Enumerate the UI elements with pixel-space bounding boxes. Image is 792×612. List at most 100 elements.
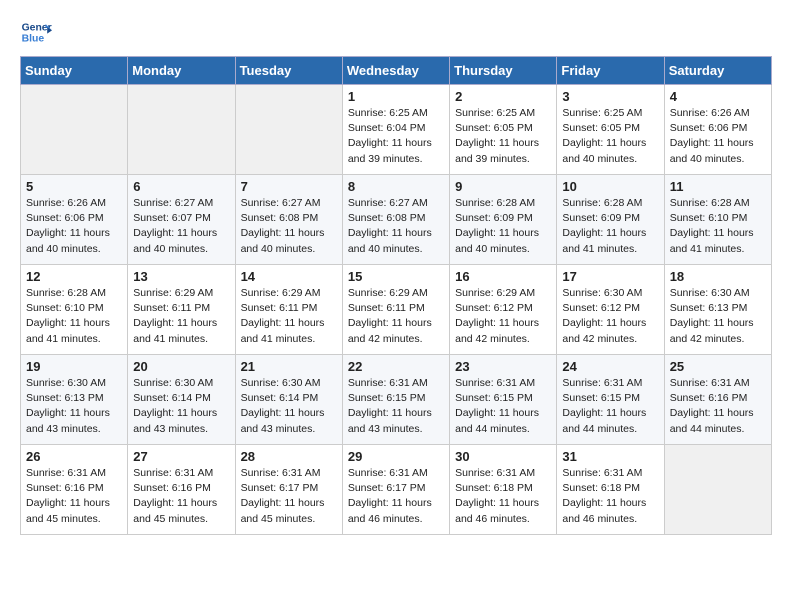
day-number: 14: [241, 269, 337, 284]
day-number: 22: [348, 359, 444, 374]
day-cell: 23 Sunrise: 6:31 AM Sunset: 6:15 PM Dayli…: [450, 355, 557, 445]
day-number: 6: [133, 179, 229, 194]
day-info: Sunrise: 6:29 AM Sunset: 6:11 PM Dayligh…: [348, 286, 444, 347]
day-info: Sunrise: 6:26 AM Sunset: 6:06 PM Dayligh…: [26, 196, 122, 257]
day-info: Sunrise: 6:31 AM Sunset: 6:16 PM Dayligh…: [26, 466, 122, 527]
day-cell: 28 Sunrise: 6:31 AM Sunset: 6:17 PM Dayli…: [235, 445, 342, 535]
day-cell: [664, 445, 771, 535]
day-number: 24: [562, 359, 658, 374]
day-cell: [235, 85, 342, 175]
day-cell: 11 Sunrise: 6:28 AM Sunset: 6:10 PM Dayli…: [664, 175, 771, 265]
day-info: Sunrise: 6:29 AM Sunset: 6:11 PM Dayligh…: [241, 286, 337, 347]
day-info: Sunrise: 6:28 AM Sunset: 6:09 PM Dayligh…: [562, 196, 658, 257]
day-cell: 15 Sunrise: 6:29 AM Sunset: 6:11 PM Dayli…: [342, 265, 449, 355]
day-number: 25: [670, 359, 766, 374]
week-row-2: 5 Sunrise: 6:26 AM Sunset: 6:06 PM Daylig…: [21, 175, 772, 265]
logo-icon: General Blue: [20, 16, 52, 48]
day-info: Sunrise: 6:28 AM Sunset: 6:10 PM Dayligh…: [670, 196, 766, 257]
day-cell: 18 Sunrise: 6:30 AM Sunset: 6:13 PM Dayli…: [664, 265, 771, 355]
day-info: Sunrise: 6:26 AM Sunset: 6:06 PM Dayligh…: [670, 106, 766, 167]
day-cell: 8 Sunrise: 6:27 AM Sunset: 6:08 PM Daylig…: [342, 175, 449, 265]
day-number: 15: [348, 269, 444, 284]
day-info: Sunrise: 6:31 AM Sunset: 6:15 PM Dayligh…: [455, 376, 551, 437]
day-number: 9: [455, 179, 551, 194]
day-info: Sunrise: 6:31 AM Sunset: 6:17 PM Dayligh…: [348, 466, 444, 527]
day-info: Sunrise: 6:28 AM Sunset: 6:10 PM Dayligh…: [26, 286, 122, 347]
day-number: 29: [348, 449, 444, 464]
day-cell: 13 Sunrise: 6:29 AM Sunset: 6:11 PM Dayli…: [128, 265, 235, 355]
day-cell: [128, 85, 235, 175]
calendar-page: General Blue SundayMondayTuesdayWednesda…: [0, 0, 792, 551]
week-row-1: 1Sunrise: 6:25 AM Sunset: 6:04 PM Daylig…: [21, 85, 772, 175]
day-cell: 4 Sunrise: 6:26 AM Sunset: 6:06 PM Daylig…: [664, 85, 771, 175]
weekday-header-friday: Friday: [557, 57, 664, 85]
day-info: Sunrise: 6:25 AM Sunset: 6:04 PM Dayligh…: [348, 106, 444, 167]
weekday-header-thursday: Thursday: [450, 57, 557, 85]
day-info: Sunrise: 6:31 AM Sunset: 6:18 PM Dayligh…: [562, 466, 658, 527]
day-cell: 2Sunrise: 6:25 AM Sunset: 6:05 PM Daylig…: [450, 85, 557, 175]
day-info: Sunrise: 6:28 AM Sunset: 6:09 PM Dayligh…: [455, 196, 551, 257]
day-cell: 27Sunrise: 6:31 AM Sunset: 6:16 PM Dayli…: [128, 445, 235, 535]
day-cell: 20Sunrise: 6:30 AM Sunset: 6:14 PM Dayli…: [128, 355, 235, 445]
day-cell: 5 Sunrise: 6:26 AM Sunset: 6:06 PM Daylig…: [21, 175, 128, 265]
day-info: Sunrise: 6:30 AM Sunset: 6:12 PM Dayligh…: [562, 286, 658, 347]
day-info: Sunrise: 6:25 AM Sunset: 6:05 PM Dayligh…: [562, 106, 658, 167]
day-number: 8: [348, 179, 444, 194]
weekday-header-tuesday: Tuesday: [235, 57, 342, 85]
day-cell: 3 Sunrise: 6:25 AM Sunset: 6:05 PM Daylig…: [557, 85, 664, 175]
day-number: 4: [670, 89, 766, 104]
day-info: Sunrise: 6:31 AM Sunset: 6:17 PM Dayligh…: [241, 466, 337, 527]
day-number: 5: [26, 179, 122, 194]
week-row-3: 12 Sunrise: 6:28 AM Sunset: 6:10 PM Dayli…: [21, 265, 772, 355]
day-info: Sunrise: 6:29 AM Sunset: 6:11 PM Dayligh…: [133, 286, 229, 347]
day-number: 19: [26, 359, 122, 374]
day-number: 17: [562, 269, 658, 284]
svg-text:Blue: Blue: [22, 34, 45, 45]
day-cell: 24Sunrise: 6:31 AM Sunset: 6:15 PM Dayli…: [557, 355, 664, 445]
day-number: 2: [455, 89, 551, 104]
weekday-header-wednesday: Wednesday: [342, 57, 449, 85]
day-number: 28: [241, 449, 337, 464]
week-row-5: 26Sunrise: 6:31 AM Sunset: 6:16 PM Dayli…: [21, 445, 772, 535]
day-number: 23: [455, 359, 551, 374]
day-cell: 17 Sunrise: 6:30 AM Sunset: 6:12 PM Dayli…: [557, 265, 664, 355]
day-number: 11: [670, 179, 766, 194]
day-info: Sunrise: 6:27 AM Sunset: 6:08 PM Dayligh…: [348, 196, 444, 257]
day-cell: 1Sunrise: 6:25 AM Sunset: 6:04 PM Daylig…: [342, 85, 449, 175]
day-cell: 30 Sunrise: 6:31 AM Sunset: 6:18 PM Dayli…: [450, 445, 557, 535]
day-cell: 9 Sunrise: 6:28 AM Sunset: 6:09 PM Daylig…: [450, 175, 557, 265]
day-cell: 14 Sunrise: 6:29 AM Sunset: 6:11 PM Dayli…: [235, 265, 342, 355]
day-cell: 7Sunrise: 6:27 AM Sunset: 6:08 PM Daylig…: [235, 175, 342, 265]
day-info: Sunrise: 6:31 AM Sunset: 6:18 PM Dayligh…: [455, 466, 551, 527]
day-info: Sunrise: 6:30 AM Sunset: 6:14 PM Dayligh…: [133, 376, 229, 437]
day-info: Sunrise: 6:30 AM Sunset: 6:13 PM Dayligh…: [670, 286, 766, 347]
day-cell: 16Sunrise: 6:29 AM Sunset: 6:12 PM Dayli…: [450, 265, 557, 355]
day-cell: 19 Sunrise: 6:30 AM Sunset: 6:13 PM Dayli…: [21, 355, 128, 445]
day-cell: 29 Sunrise: 6:31 AM Sunset: 6:17 PM Dayli…: [342, 445, 449, 535]
weekday-header-monday: Monday: [128, 57, 235, 85]
day-cell: 10 Sunrise: 6:28 AM Sunset: 6:09 PM Dayli…: [557, 175, 664, 265]
day-cell: 26Sunrise: 6:31 AM Sunset: 6:16 PM Dayli…: [21, 445, 128, 535]
day-info: Sunrise: 6:31 AM Sunset: 6:15 PM Dayligh…: [348, 376, 444, 437]
weekday-header-saturday: Saturday: [664, 57, 771, 85]
day-cell: [21, 85, 128, 175]
logo: General Blue: [20, 16, 52, 48]
day-number: 12: [26, 269, 122, 284]
calendar-table: SundayMondayTuesdayWednesdayThursdayFrid…: [20, 56, 772, 535]
day-number: 7: [241, 179, 337, 194]
day-info: Sunrise: 6:29 AM Sunset: 6:12 PM Dayligh…: [455, 286, 551, 347]
day-info: Sunrise: 6:27 AM Sunset: 6:07 PM Dayligh…: [133, 196, 229, 257]
day-cell: 22 Sunrise: 6:31 AM Sunset: 6:15 PM Dayli…: [342, 355, 449, 445]
day-cell: 21Sunrise: 6:30 AM Sunset: 6:14 PM Dayli…: [235, 355, 342, 445]
day-info: Sunrise: 6:30 AM Sunset: 6:13 PM Dayligh…: [26, 376, 122, 437]
day-number: 10: [562, 179, 658, 194]
day-number: 30: [455, 449, 551, 464]
day-number: 13: [133, 269, 229, 284]
day-number: 27: [133, 449, 229, 464]
day-number: 3: [562, 89, 658, 104]
day-info: Sunrise: 6:30 AM Sunset: 6:14 PM Dayligh…: [241, 376, 337, 437]
weekday-header-sunday: Sunday: [21, 57, 128, 85]
weekday-header-row: SundayMondayTuesdayWednesdayThursdayFrid…: [21, 57, 772, 85]
day-cell: 6 Sunrise: 6:27 AM Sunset: 6:07 PM Daylig…: [128, 175, 235, 265]
day-number: 18: [670, 269, 766, 284]
